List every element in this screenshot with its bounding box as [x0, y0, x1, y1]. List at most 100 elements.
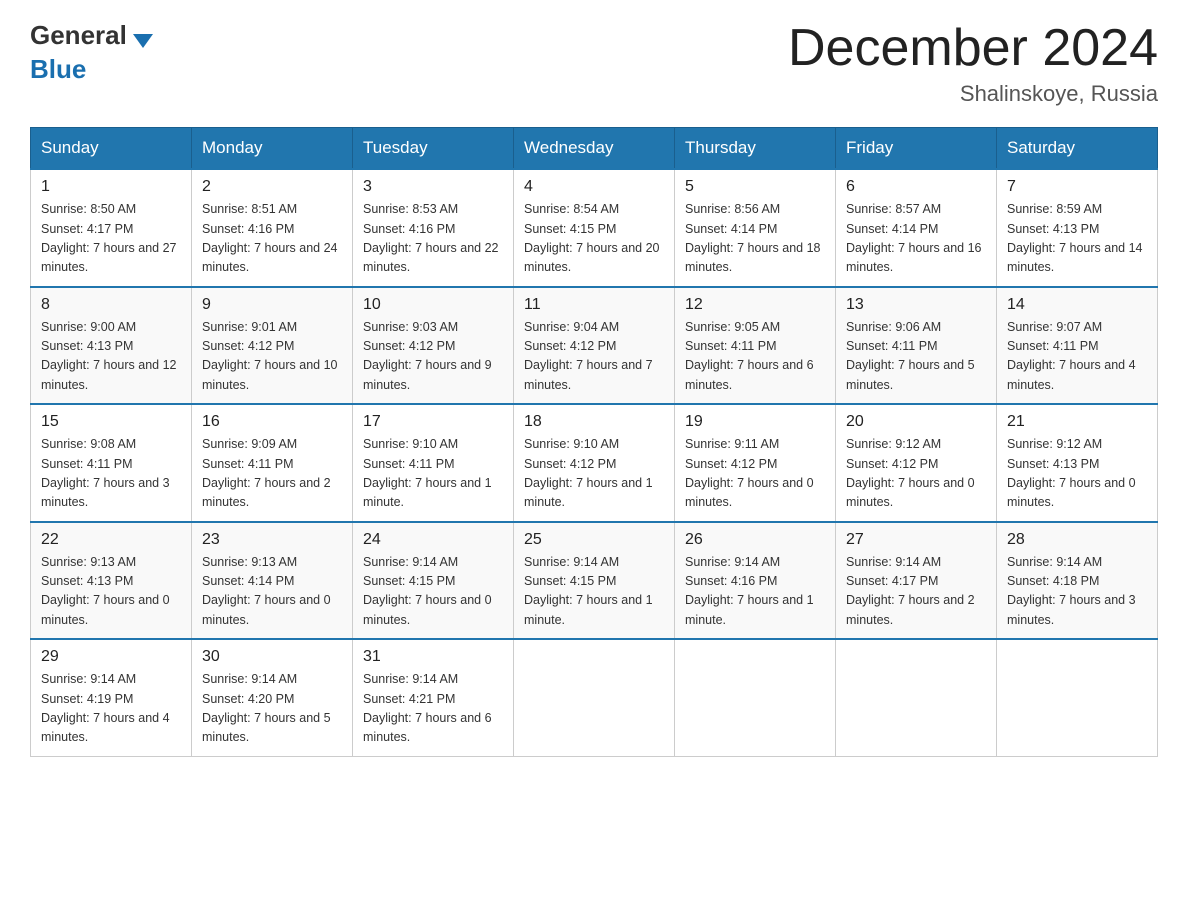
table-row: 21 Sunrise: 9:12 AMSunset: 4:13 PMDayligh…	[997, 404, 1158, 522]
logo: General Blue	[30, 20, 159, 85]
day-number: 24	[363, 531, 503, 549]
table-row: 23Sunrise: 9:13 AMSunset: 4:14 PMDayligh…	[192, 522, 353, 640]
day-info: Sunrise: 8:54 AMSunset: 4:15 PMDaylight:…	[524, 200, 664, 278]
table-row: 8Sunrise: 9:00 AMSunset: 4:13 PMDaylight…	[31, 287, 192, 405]
table-row: 7 Sunrise: 8:59 AMSunset: 4:13 PMDaylight…	[997, 169, 1158, 287]
day-info: Sunrise: 9:11 AMSunset: 4:12 PMDaylight:…	[685, 435, 825, 513]
day-info: Sunrise: 9:14 AMSunset: 4:15 PMDaylight:…	[363, 553, 503, 631]
table-row: 25 Sunrise: 9:14 AMSunset: 4:15 PMDayligh…	[514, 522, 675, 640]
table-row: 14 Sunrise: 9:07 AMSunset: 4:11 PMDayligh…	[997, 287, 1158, 405]
day-number: 10	[363, 296, 503, 314]
table-row: 15Sunrise: 9:08 AMSunset: 4:11 PMDayligh…	[31, 404, 192, 522]
day-info: Sunrise: 9:10 AMSunset: 4:12 PMDaylight:…	[524, 435, 664, 513]
table-row: 13Sunrise: 9:06 AMSunset: 4:11 PMDayligh…	[836, 287, 997, 405]
table-row: 16Sunrise: 9:09 AMSunset: 4:11 PMDayligh…	[192, 404, 353, 522]
day-number: 17	[363, 413, 503, 431]
day-number: 27	[846, 531, 986, 549]
table-row	[997, 639, 1158, 756]
table-row: 11 Sunrise: 9:04 AMSunset: 4:12 PMDayligh…	[514, 287, 675, 405]
table-row: 30 Sunrise: 9:14 AMSunset: 4:20 PMDayligh…	[192, 639, 353, 756]
day-info: Sunrise: 9:00 AMSunset: 4:13 PMDaylight:…	[41, 318, 181, 396]
day-info: Sunrise: 9:12 AMSunset: 4:12 PMDaylight:…	[846, 435, 986, 513]
col-saturday: Saturday	[997, 128, 1158, 170]
table-row	[675, 639, 836, 756]
month-title: December 2024	[788, 20, 1158, 77]
col-tuesday: Tuesday	[353, 128, 514, 170]
table-row: 26Sunrise: 9:14 AMSunset: 4:16 PMDayligh…	[675, 522, 836, 640]
table-row: 6 Sunrise: 8:57 AMSunset: 4:14 PMDaylight…	[836, 169, 997, 287]
calendar-week-row: 1 Sunrise: 8:50 AMSunset: 4:17 PMDaylight…	[31, 169, 1158, 287]
day-number: 22	[41, 531, 181, 549]
day-info: Sunrise: 8:59 AMSunset: 4:13 PMDaylight:…	[1007, 200, 1147, 278]
day-info: Sunrise: 9:14 AMSunset: 4:15 PMDaylight:…	[524, 553, 664, 631]
day-info: Sunrise: 9:07 AMSunset: 4:11 PMDaylight:…	[1007, 318, 1147, 396]
page-header: General Blue December 2024 Shalinskoye, …	[30, 20, 1158, 107]
col-sunday: Sunday	[31, 128, 192, 170]
day-number: 3	[363, 178, 503, 196]
day-number: 23	[202, 531, 342, 549]
day-info: Sunrise: 8:56 AMSunset: 4:14 PMDaylight:…	[685, 200, 825, 278]
table-row: 10Sunrise: 9:03 AMSunset: 4:12 PMDayligh…	[353, 287, 514, 405]
logo-blue: Blue	[30, 54, 86, 84]
calendar-header-row: Sunday Monday Tuesday Wednesday Thursday…	[31, 128, 1158, 170]
day-number: 12	[685, 296, 825, 314]
day-info: Sunrise: 9:08 AMSunset: 4:11 PMDaylight:…	[41, 435, 181, 513]
table-row: 4Sunrise: 8:54 AMSunset: 4:15 PMDaylight…	[514, 169, 675, 287]
table-row: 29Sunrise: 9:14 AMSunset: 4:19 PMDayligh…	[31, 639, 192, 756]
table-row: 31 Sunrise: 9:14 AMSunset: 4:21 PMDayligh…	[353, 639, 514, 756]
title-block: December 2024 Shalinskoye, Russia	[788, 20, 1158, 107]
day-number: 5	[685, 178, 825, 196]
day-number: 21	[1007, 413, 1147, 431]
day-number: 30	[202, 648, 342, 666]
day-info: Sunrise: 9:01 AMSunset: 4:12 PMDaylight:…	[202, 318, 342, 396]
day-info: Sunrise: 9:14 AMSunset: 4:18 PMDaylight:…	[1007, 553, 1147, 631]
day-number: 1	[41, 178, 181, 196]
table-row: 3Sunrise: 8:53 AMSunset: 4:16 PMDaylight…	[353, 169, 514, 287]
day-info: Sunrise: 9:10 AMSunset: 4:11 PMDaylight:…	[363, 435, 503, 513]
day-info: Sunrise: 8:51 AMSunset: 4:16 PMDaylight:…	[202, 200, 342, 278]
day-info: Sunrise: 9:04 AMSunset: 4:12 PMDaylight:…	[524, 318, 664, 396]
table-row: 12 Sunrise: 9:05 AMSunset: 4:11 PMDayligh…	[675, 287, 836, 405]
col-wednesday: Wednesday	[514, 128, 675, 170]
day-number: 11	[524, 296, 664, 314]
day-number: 6	[846, 178, 986, 196]
logo-icon	[129, 26, 157, 54]
day-number: 13	[846, 296, 986, 314]
day-number: 19	[685, 413, 825, 431]
day-number: 28	[1007, 531, 1147, 549]
calendar-week-row: 8Sunrise: 9:00 AMSunset: 4:13 PMDaylight…	[31, 287, 1158, 405]
day-info: Sunrise: 9:12 AMSunset: 4:13 PMDaylight:…	[1007, 435, 1147, 513]
table-row: 5 Sunrise: 8:56 AMSunset: 4:14 PMDaylight…	[675, 169, 836, 287]
table-row: 22 Sunrise: 9:13 AMSunset: 4:13 PMDayligh…	[31, 522, 192, 640]
col-monday: Monday	[192, 128, 353, 170]
day-number: 14	[1007, 296, 1147, 314]
calendar-week-row: 15Sunrise: 9:08 AMSunset: 4:11 PMDayligh…	[31, 404, 1158, 522]
table-row: 24 Sunrise: 9:14 AMSunset: 4:15 PMDayligh…	[353, 522, 514, 640]
day-number: 31	[363, 648, 503, 666]
table-row: 28 Sunrise: 9:14 AMSunset: 4:18 PMDayligh…	[997, 522, 1158, 640]
col-thursday: Thursday	[675, 128, 836, 170]
day-info: Sunrise: 8:50 AMSunset: 4:17 PMDaylight:…	[41, 200, 181, 278]
table-row: 2 Sunrise: 8:51 AMSunset: 4:16 PMDaylight…	[192, 169, 353, 287]
day-number: 2	[202, 178, 342, 196]
day-info: Sunrise: 9:14 AMSunset: 4:17 PMDaylight:…	[846, 553, 986, 631]
day-info: Sunrise: 9:14 AMSunset: 4:16 PMDaylight:…	[685, 553, 825, 631]
day-info: Sunrise: 9:14 AMSunset: 4:21 PMDaylight:…	[363, 670, 503, 748]
day-number: 25	[524, 531, 664, 549]
day-number: 9	[202, 296, 342, 314]
day-number: 7	[1007, 178, 1147, 196]
day-number: 18	[524, 413, 664, 431]
table-row	[836, 639, 997, 756]
day-info: Sunrise: 9:05 AMSunset: 4:11 PMDaylight:…	[685, 318, 825, 396]
table-row: 19 Sunrise: 9:11 AMSunset: 4:12 PMDayligh…	[675, 404, 836, 522]
day-info: Sunrise: 9:14 AMSunset: 4:20 PMDaylight:…	[202, 670, 342, 748]
calendar-week-row: 29Sunrise: 9:14 AMSunset: 4:19 PMDayligh…	[31, 639, 1158, 756]
day-info: Sunrise: 9:13 AMSunset: 4:13 PMDaylight:…	[41, 553, 181, 631]
col-friday: Friday	[836, 128, 997, 170]
day-number: 20	[846, 413, 986, 431]
day-number: 29	[41, 648, 181, 666]
table-row: 1 Sunrise: 8:50 AMSunset: 4:17 PMDaylight…	[31, 169, 192, 287]
day-info: Sunrise: 8:57 AMSunset: 4:14 PMDaylight:…	[846, 200, 986, 278]
table-row: 18 Sunrise: 9:10 AMSunset: 4:12 PMDayligh…	[514, 404, 675, 522]
calendar-week-row: 22 Sunrise: 9:13 AMSunset: 4:13 PMDayligh…	[31, 522, 1158, 640]
